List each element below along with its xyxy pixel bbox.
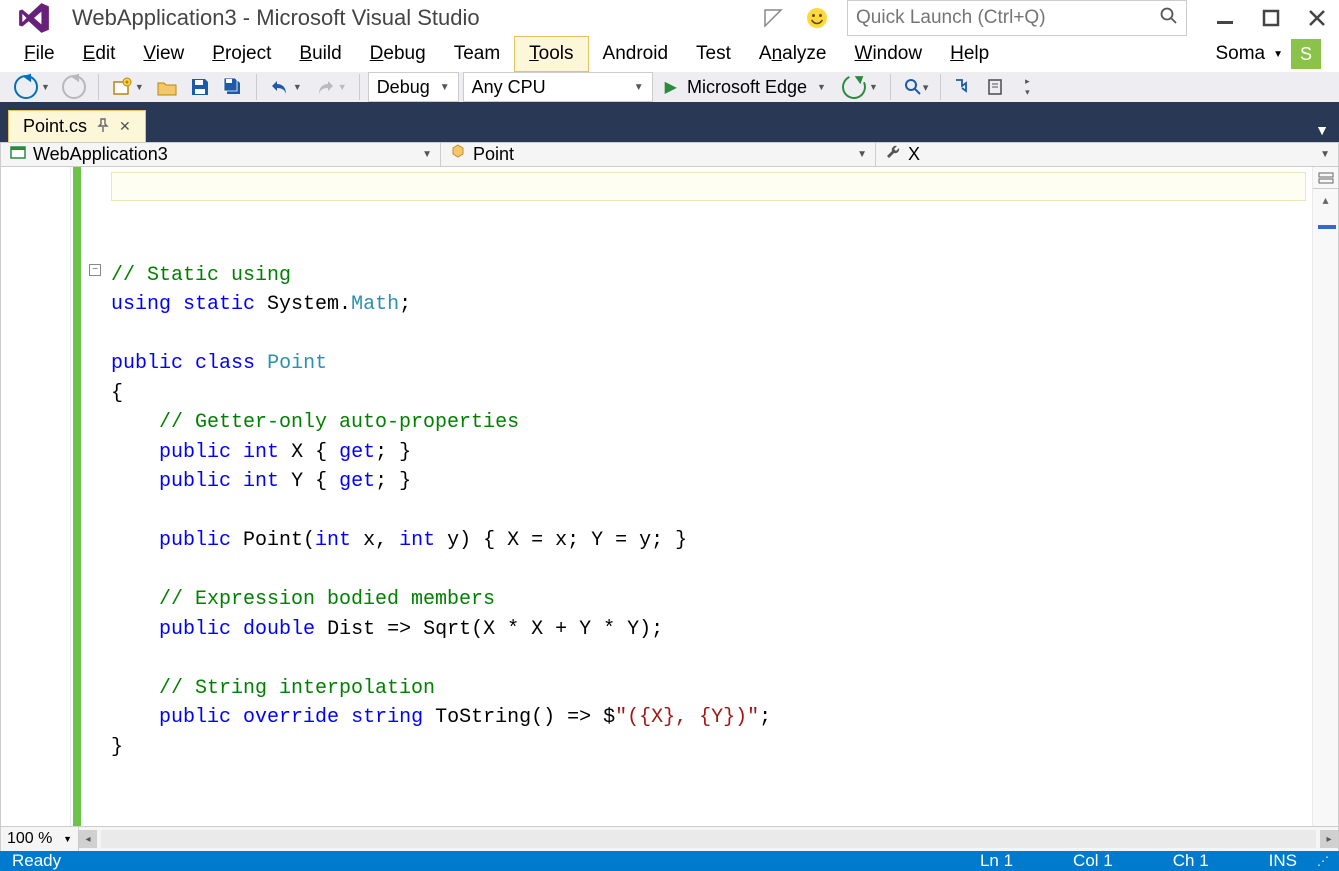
- redo-button: ▼: [310, 72, 351, 102]
- menu-file[interactable]: File: [10, 37, 69, 71]
- current-line-highlight: [111, 172, 1306, 201]
- status-col: Col 1: [1073, 851, 1113, 871]
- menu-build[interactable]: Build: [285, 37, 355, 71]
- account-menu[interactable]: Soma ▼ S: [1207, 39, 1329, 69]
- nav-project-dropdown[interactable]: WebApplication3 ▼: [1, 143, 441, 166]
- open-file-button[interactable]: [152, 72, 182, 102]
- solution-platform-dropdown[interactable]: Any CPU▼: [463, 72, 653, 102]
- menu-view[interactable]: View: [129, 37, 198, 71]
- minimize-button[interactable]: [1213, 6, 1237, 30]
- vs-logo-icon: [16, 0, 52, 36]
- status-ins: INS: [1269, 851, 1297, 871]
- horizontal-scrollbar[interactable]: [101, 830, 1316, 848]
- search-icon[interactable]: [1160, 7, 1178, 30]
- nav-class-dropdown[interactable]: Point ▼: [441, 143, 876, 166]
- user-name: Soma: [1215, 43, 1265, 65]
- browser-refresh-button[interactable]: ▼: [838, 72, 882, 102]
- close-tab-icon[interactable]: ✕: [119, 118, 131, 135]
- feedback-smiley-icon[interactable]: [803, 4, 831, 32]
- project-icon: [9, 143, 27, 166]
- maximize-button[interactable]: [1259, 6, 1283, 30]
- find-in-files-button[interactable]: ▾: [899, 72, 933, 102]
- vertical-scrollbar[interactable]: ▴: [1312, 167, 1338, 826]
- tab-list-dropdown[interactable]: ▼: [1305, 118, 1339, 142]
- resize-grip-icon[interactable]: ⋰: [1317, 854, 1327, 868]
- hscroll-left-icon[interactable]: ◂: [79, 830, 97, 848]
- file-tab-active[interactable]: Point.cs ✕: [8, 110, 146, 142]
- menu-team[interactable]: Team: [440, 37, 514, 71]
- status-ready: Ready: [12, 851, 61, 871]
- menu-test[interactable]: Test: [682, 37, 745, 71]
- zoom-dropdown[interactable]: 100 %▼: [1, 827, 79, 851]
- quick-launch-input[interactable]: [856, 7, 1160, 29]
- menu-tools[interactable]: Tools: [514, 36, 588, 72]
- save-all-button[interactable]: [218, 72, 248, 102]
- nav-member-dropdown[interactable]: X ▼: [876, 143, 1338, 166]
- undo-button[interactable]: ▼: [265, 72, 306, 102]
- start-debug-button[interactable]: ▶ Microsoft Edge ▼: [657, 77, 834, 98]
- chevron-down-icon: ▼: [1273, 49, 1283, 60]
- step-over-button[interactable]: [981, 72, 1009, 102]
- menu-help[interactable]: Help: [936, 37, 1003, 71]
- user-avatar[interactable]: S: [1291, 39, 1321, 69]
- standard-toolbar: ▼ ✦▼ ▼ ▼ Debug▼ Any CPU▼ ▶ Microsoft Edg…: [0, 72, 1339, 102]
- class-icon: [449, 143, 467, 166]
- hscroll-right-icon[interactable]: ▸: [1320, 830, 1338, 848]
- notifications-icon[interactable]: [759, 4, 787, 32]
- menu-android[interactable]: Android: [589, 37, 683, 71]
- step-into-button[interactable]: [949, 72, 977, 102]
- code-navigation-bar: WebApplication3 ▼ Point ▼ X ▼: [0, 142, 1339, 167]
- play-icon: ▶: [665, 77, 677, 97]
- window-title: WebApplication3 - Microsoft Visual Studi…: [72, 5, 480, 31]
- scroll-up-icon[interactable]: ▴: [1313, 189, 1338, 211]
- title-bar: WebApplication3 - Microsoft Visual Studi…: [0, 0, 1339, 36]
- status-ch: Ch 1: [1173, 851, 1209, 871]
- nav-back-button[interactable]: ▼: [10, 72, 54, 102]
- editor-margin: [1, 167, 71, 826]
- document-well: Point.cs ✕ ▼: [0, 102, 1339, 142]
- scroll-marker: [1318, 225, 1336, 229]
- solution-config-dropdown[interactable]: Debug▼: [368, 72, 459, 102]
- status-line: Ln 1: [980, 851, 1013, 871]
- menu-window[interactable]: Window: [841, 37, 937, 71]
- code-area[interactable]: // Static using using static System.Math…: [71, 167, 1312, 826]
- split-editor-button[interactable]: [1313, 167, 1338, 189]
- save-button[interactable]: [186, 72, 214, 102]
- new-project-button[interactable]: ✦▼: [107, 72, 148, 102]
- quick-launch-box[interactable]: [847, 0, 1187, 36]
- nav-forward-button: [58, 72, 90, 102]
- status-bar: Ready Ln 1 Col 1 Ch 1 INS ⋰: [0, 851, 1339, 871]
- wrench-icon: [884, 143, 902, 166]
- code-editor[interactable]: − // Static using using static System.Ma…: [0, 167, 1339, 826]
- menu-analyze[interactable]: Analyze: [745, 37, 841, 71]
- file-tab-label: Point.cs: [23, 116, 87, 137]
- menu-edit[interactable]: Edit: [69, 37, 130, 71]
- pin-tab-icon[interactable]: [97, 118, 109, 135]
- menu-project[interactable]: Project: [198, 37, 285, 71]
- close-button[interactable]: [1305, 6, 1329, 30]
- svg-text:✦: ✦: [124, 78, 131, 87]
- toolbar-overflow-button[interactable]: ▸▾: [1013, 72, 1041, 102]
- menu-debug[interactable]: Debug: [356, 37, 440, 71]
- menu-bar: File Edit View Project Build Debug Team …: [0, 36, 1339, 72]
